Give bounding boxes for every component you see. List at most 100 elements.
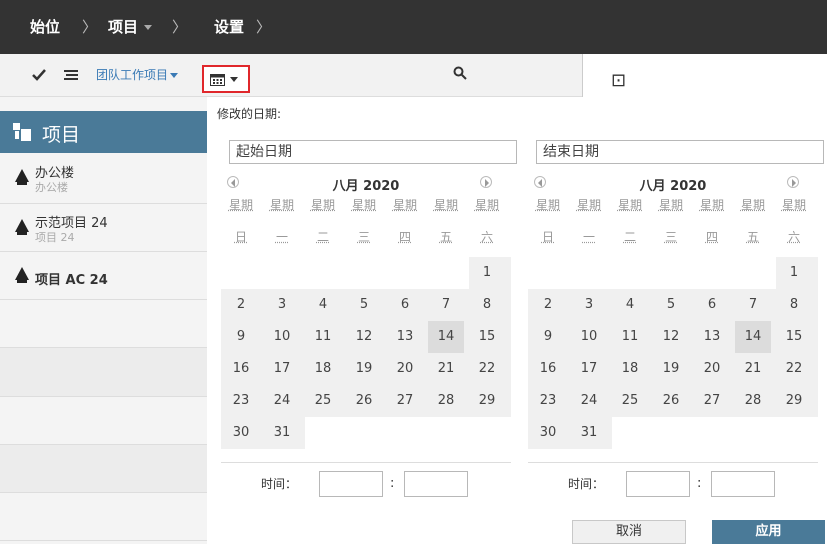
calendar-day[interactable]: 12 — [346, 321, 382, 353]
weekday-prefix: 星期 — [433, 198, 458, 212]
chevron-down-icon — [144, 25, 153, 30]
sidebar-item-office[interactable]: 办公楼 办公楼 — [0, 157, 207, 201]
calendar-day[interactable]: 23 — [223, 385, 259, 417]
calendar-day[interactable]: 31 — [571, 417, 607, 449]
calendar-day[interactable]: 8 — [469, 289, 505, 321]
project-sidebar: 项目 办公楼 办公楼 示范项目 24 项目 24 项目 AC 24 — [0, 97, 207, 544]
calendar-day[interactable]: 21 — [428, 353, 464, 385]
calendar-day[interactable]: 30 — [530, 417, 566, 449]
weekday-prefix: 星期 — [228, 198, 253, 212]
calendar-day[interactable]: 3 — [571, 289, 607, 321]
calendar-day[interactable]: 4 — [305, 289, 341, 321]
calendar-day[interactable]: 13 — [694, 321, 730, 353]
calendar-day[interactable]: 26 — [653, 385, 689, 417]
calendar-day[interactable]: 27 — [694, 385, 730, 417]
calendar-day[interactable]: 2 — [530, 289, 566, 321]
calendar-day[interactable]: 18 — [612, 353, 648, 385]
calendar-day[interactable]: 28 — [735, 385, 771, 417]
calendar-day[interactable]: 31 — [264, 417, 300, 449]
calendar-day[interactable]: 19 — [346, 353, 382, 385]
next-month-button[interactable] — [480, 176, 492, 188]
building-icon — [15, 219, 29, 235]
calendar-day[interactable]: 30 — [223, 417, 259, 449]
weekday-name: 三 — [357, 230, 370, 244]
start-date-input[interactable]: 起始日期 — [229, 140, 517, 164]
calendar-day[interactable]: 9 — [530, 321, 566, 353]
calendar-day[interactable]: 29 — [469, 385, 505, 417]
calendar-day[interactable]: 14 — [735, 321, 771, 353]
calendar-day[interactable]: 11 — [612, 321, 648, 353]
calendar-day[interactable]: 20 — [387, 353, 423, 385]
calendar-day[interactable]: 25 — [612, 385, 648, 417]
calendar-day[interactable]: 21 — [735, 353, 771, 385]
end-date-input[interactable]: 结束日期 — [536, 140, 824, 164]
calendar-day[interactable]: 1 — [469, 257, 505, 289]
calendar-day[interactable]: 4 — [612, 289, 648, 321]
checkmark-icon[interactable] — [32, 69, 46, 81]
calendar-day[interactable]: 24 — [264, 385, 300, 417]
calendar-day[interactable]: 5 — [346, 289, 382, 321]
divider — [0, 347, 207, 348]
weekday-prefix: 星期 — [392, 198, 417, 212]
minute-input[interactable] — [711, 471, 775, 497]
calendar-day[interactable]: 8 — [776, 289, 812, 321]
calendar-day[interactable]: 22 — [776, 353, 812, 385]
calendar-day[interactable]: 10 — [264, 321, 300, 353]
calendar-day[interactable]: 6 — [694, 289, 730, 321]
calendar-day[interactable]: 12 — [653, 321, 689, 353]
calendar-day[interactable]: 13 — [387, 321, 423, 353]
date-filter-button[interactable] — [202, 65, 250, 93]
divider — [221, 462, 511, 463]
calendar-day[interactable]: 14 — [428, 321, 464, 353]
calendar-day[interactable]: 16 — [530, 353, 566, 385]
breadcrumb-projects[interactable]: 项目 — [108, 0, 153, 54]
calendar-day[interactable]: 3 — [264, 289, 300, 321]
hour-input[interactable] — [626, 471, 690, 497]
search-icon[interactable] — [453, 66, 467, 80]
calendar-day[interactable]: 22 — [469, 353, 505, 385]
calendar-day[interactable]: 15 — [469, 321, 505, 353]
breadcrumb-settings[interactable]: 设置 — [214, 0, 244, 54]
calendar-day[interactable]: 6 — [387, 289, 423, 321]
sidebar-item-demo-project[interactable]: 示范项目 24 项目 24 — [0, 205, 207, 249]
calendar-day[interactable]: 24 — [571, 385, 607, 417]
team-projects-dropdown[interactable]: 团队工作项目 — [96, 66, 179, 83]
weekday-header: 星期三 — [653, 197, 689, 245]
calendar-day[interactable]: 19 — [653, 353, 689, 385]
calendar-day[interactable]: 29 — [776, 385, 812, 417]
cancel-button[interactable]: 取消 — [572, 520, 686, 544]
next-month-button[interactable] — [787, 176, 799, 188]
sidebar-item-project-ac[interactable]: 项目 AC 24 — [0, 253, 207, 297]
calendar-day[interactable]: 17 — [571, 353, 607, 385]
calendar-day[interactable]: 1 — [776, 257, 812, 289]
calendar-day[interactable]: 11 — [305, 321, 341, 353]
list-icon[interactable] — [64, 69, 78, 81]
weekday-prefix: 星期 — [535, 198, 560, 212]
calendar-day[interactable]: 27 — [387, 385, 423, 417]
calendar-day[interactable]: 20 — [694, 353, 730, 385]
calendar-day[interactable]: 28 — [428, 385, 464, 417]
calendar-day[interactable]: 7 — [735, 289, 771, 321]
breadcrumb-home[interactable]: 始位 — [30, 0, 60, 54]
weekday-prefix: 星期 — [474, 198, 499, 212]
calendar-day[interactable]: 15 — [776, 321, 812, 353]
calendar-day[interactable]: 2 — [223, 289, 259, 321]
calendar-day[interactable]: 17 — [264, 353, 300, 385]
calendar-day[interactable]: 25 — [305, 385, 341, 417]
calendar-day[interactable]: 26 — [346, 385, 382, 417]
calendar-day[interactable]: 23 — [530, 385, 566, 417]
calendar-icon — [210, 74, 225, 86]
sidebar-item-sublabel: 项目 24 — [35, 231, 75, 244]
calendar-day[interactable]: 5 — [653, 289, 689, 321]
hour-input[interactable] — [319, 471, 383, 497]
calendar-day[interactable]: 9 — [223, 321, 259, 353]
minute-input[interactable] — [404, 471, 468, 497]
calendar-day[interactable]: 16 — [223, 353, 259, 385]
building-icon — [15, 267, 29, 283]
day-grid: 1 2 3 4 5 6 7 8 9 10 11 12 13 14 15 16 17 18 19 20 21 22 23 24 2… — [221, 257, 511, 449]
weekday-header: 星期日 — [223, 197, 259, 245]
calendar-day[interactable]: 18 — [305, 353, 341, 385]
calendar-day[interactable]: 7 — [428, 289, 464, 321]
calendar-day[interactable]: 10 — [571, 321, 607, 353]
apply-button[interactable]: 应用 — [712, 520, 825, 544]
